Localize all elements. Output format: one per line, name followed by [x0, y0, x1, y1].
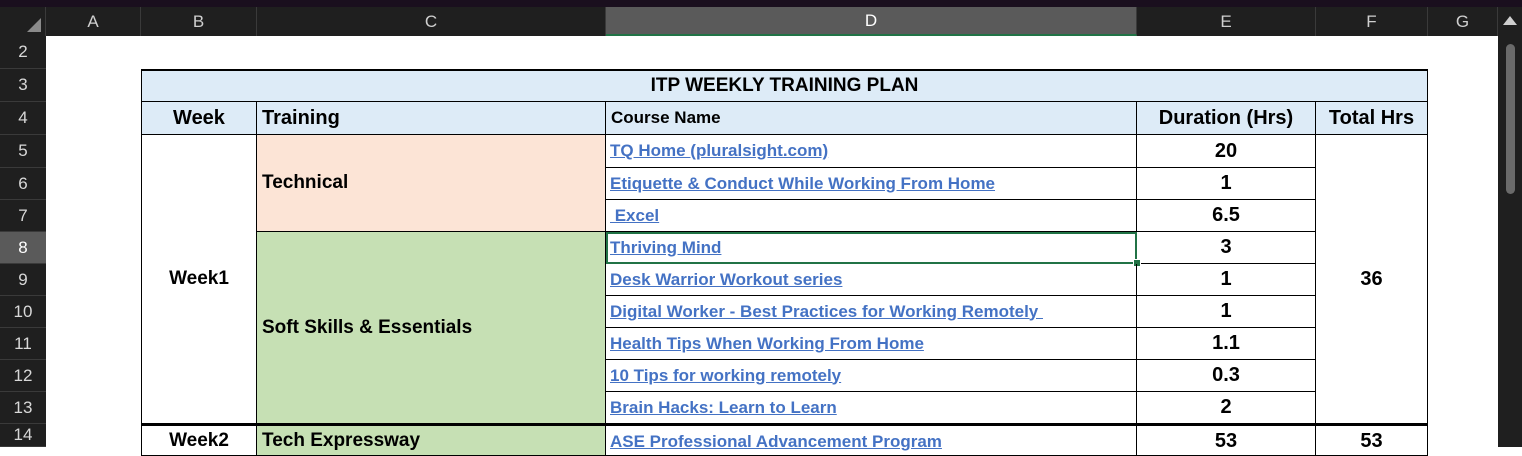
scrollbar-thumb[interactable]	[1506, 44, 1515, 194]
training-technical[interactable]: Technical	[257, 135, 606, 232]
row-header-13[interactable]: 13	[0, 392, 46, 424]
column-header-a[interactable]: A	[46, 7, 141, 36]
course-hrs[interactable]: 1	[1137, 296, 1316, 328]
course-link-excel[interactable]: Excel	[606, 200, 1137, 232]
window-top-strip	[0, 0, 1522, 7]
week1-total-hrs[interactable]: 36	[1316, 135, 1428, 424]
course-hrs[interactable]: 3	[1137, 232, 1316, 264]
column-header-b[interactable]: B	[141, 7, 257, 36]
course-hrs[interactable]: 20	[1137, 135, 1316, 168]
row-header-3[interactable]: 3	[0, 69, 46, 102]
row-header-7[interactable]: 7	[0, 200, 46, 232]
course-hrs[interactable]: 1	[1137, 168, 1316, 200]
column-header-d[interactable]: D	[606, 7, 1137, 36]
select-all-icon	[27, 18, 41, 32]
header-duration[interactable]: Duration (Hrs)	[1137, 102, 1316, 135]
select-all-corner[interactable]	[0, 7, 46, 36]
vertical-scrollbar[interactable]	[1498, 7, 1522, 447]
scroll-up-icon[interactable]	[1503, 16, 1517, 25]
course-link-digital-worker[interactable]: Digital Worker - Best Practices for Work…	[606, 296, 1137, 328]
header-course-name[interactable]: Course Name	[606, 102, 1137, 135]
row-header-12[interactable]: 12	[0, 360, 46, 392]
column-header-c[interactable]: C	[257, 7, 606, 36]
row-header-11[interactable]: 11	[0, 328, 46, 360]
row-header-9[interactable]: 9	[0, 264, 46, 296]
course-link-tq-home[interactable]: TQ Home (pluralsight.com)	[606, 135, 1137, 168]
course-link-thriving-mind[interactable]: Thriving Mind	[606, 232, 1137, 264]
column-header-e[interactable]: E	[1137, 7, 1316, 36]
row-header-8[interactable]: 8	[0, 232, 46, 264]
course-hrs[interactable]: 6.5	[1137, 200, 1316, 232]
course-link-etiquette[interactable]: Etiquette & Conduct While Working From H…	[606, 168, 1137, 200]
course-link-brain-hacks[interactable]: Brain Hacks: Learn to Learn	[606, 392, 1137, 424]
row-header-4[interactable]: 4	[0, 102, 46, 135]
week2-total-hrs[interactable]: 53	[1316, 424, 1428, 456]
row-header-2[interactable]: 2	[0, 36, 46, 69]
week2-hrs[interactable]: 53	[1137, 424, 1316, 456]
row-header-6[interactable]: 6	[0, 168, 46, 200]
week1-label[interactable]: Week1	[141, 135, 257, 424]
table-title[interactable]: ITP WEEKLY TRAINING PLAN	[141, 69, 1428, 102]
course-hrs[interactable]: 1.1	[1137, 328, 1316, 360]
course-hrs[interactable]: 1	[1137, 264, 1316, 296]
week2-training[interactable]: Tech Expressway	[257, 424, 606, 456]
row-header-5[interactable]: 5	[0, 135, 46, 168]
column-header-g[interactable]: G	[1428, 7, 1498, 36]
training-soft-skills[interactable]: Soft Skills & Essentials	[257, 232, 606, 424]
header-training[interactable]: Training	[257, 102, 606, 135]
course-hrs[interactable]: 0.3	[1137, 360, 1316, 392]
course-link-ase-program[interactable]: ASE Professional Advancement Program	[606, 424, 1137, 456]
row-header-14[interactable]: 14	[0, 424, 46, 447]
course-link-health-tips[interactable]: Health Tips When Working From Home	[606, 328, 1137, 360]
header-total-hrs[interactable]: Total Hrs	[1316, 102, 1428, 135]
course-hrs[interactable]: 2	[1137, 392, 1316, 424]
header-week[interactable]: Week	[141, 102, 257, 135]
week2-label[interactable]: Week2	[141, 424, 257, 456]
column-header-f[interactable]: F	[1316, 7, 1428, 36]
course-link-desk-warrior[interactable]: Desk Warrior Workout series	[606, 264, 1137, 296]
course-link-10-tips[interactable]: 10 Tips for working remotely	[606, 360, 1137, 392]
row-header-10[interactable]: 10	[0, 296, 46, 328]
